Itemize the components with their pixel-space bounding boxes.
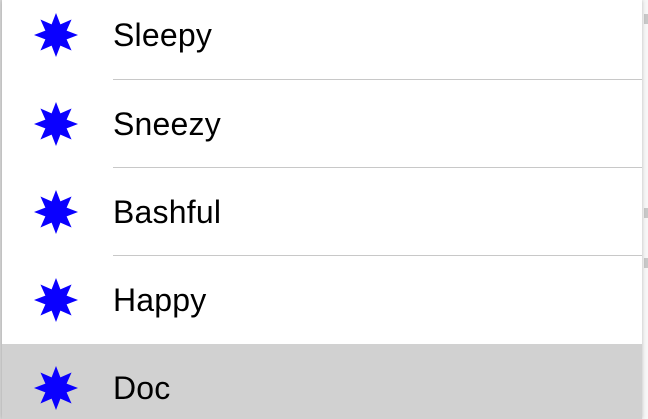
- background-window-strip: [641, 0, 648, 419]
- star-burst-icon-graphic: [34, 278, 78, 322]
- popup-menu: Sleepy Sneezy Bashful Happy Doc: [2, 0, 642, 419]
- star-burst-icon-graphic: [34, 13, 78, 57]
- background-mark: [644, 258, 648, 268]
- menu-item-bashful[interactable]: Bashful: [2, 168, 642, 256]
- star-burst-icon-graphic: [34, 366, 78, 410]
- star-burst-icon: [33, 365, 79, 411]
- menu-item-label: Sneezy: [113, 105, 221, 142]
- star-burst-icon: [33, 101, 79, 147]
- star-burst-icon: [33, 277, 79, 323]
- star-burst-icon-graphic: [34, 190, 78, 234]
- menu-item-happy[interactable]: Happy: [2, 256, 642, 344]
- menu-item-doc[interactable]: Doc: [2, 344, 642, 419]
- screen: Sleepy Sneezy Bashful Happy Doc: [0, 0, 648, 419]
- menu-item-sneezy[interactable]: Sneezy: [2, 80, 642, 168]
- menu-item-label: Doc: [113, 369, 171, 406]
- menu-item-sleepy[interactable]: Sleepy: [2, 0, 642, 80]
- background-mark: [644, 14, 648, 24]
- menu-item-label: Sleepy: [113, 16, 213, 53]
- star-burst-icon: [33, 12, 79, 58]
- menu-item-label: Happy: [113, 281, 207, 318]
- star-burst-icon-graphic: [34, 102, 78, 146]
- background-mark: [644, 208, 648, 218]
- star-burst-icon: [33, 189, 79, 235]
- menu-item-label: Bashful: [113, 193, 222, 230]
